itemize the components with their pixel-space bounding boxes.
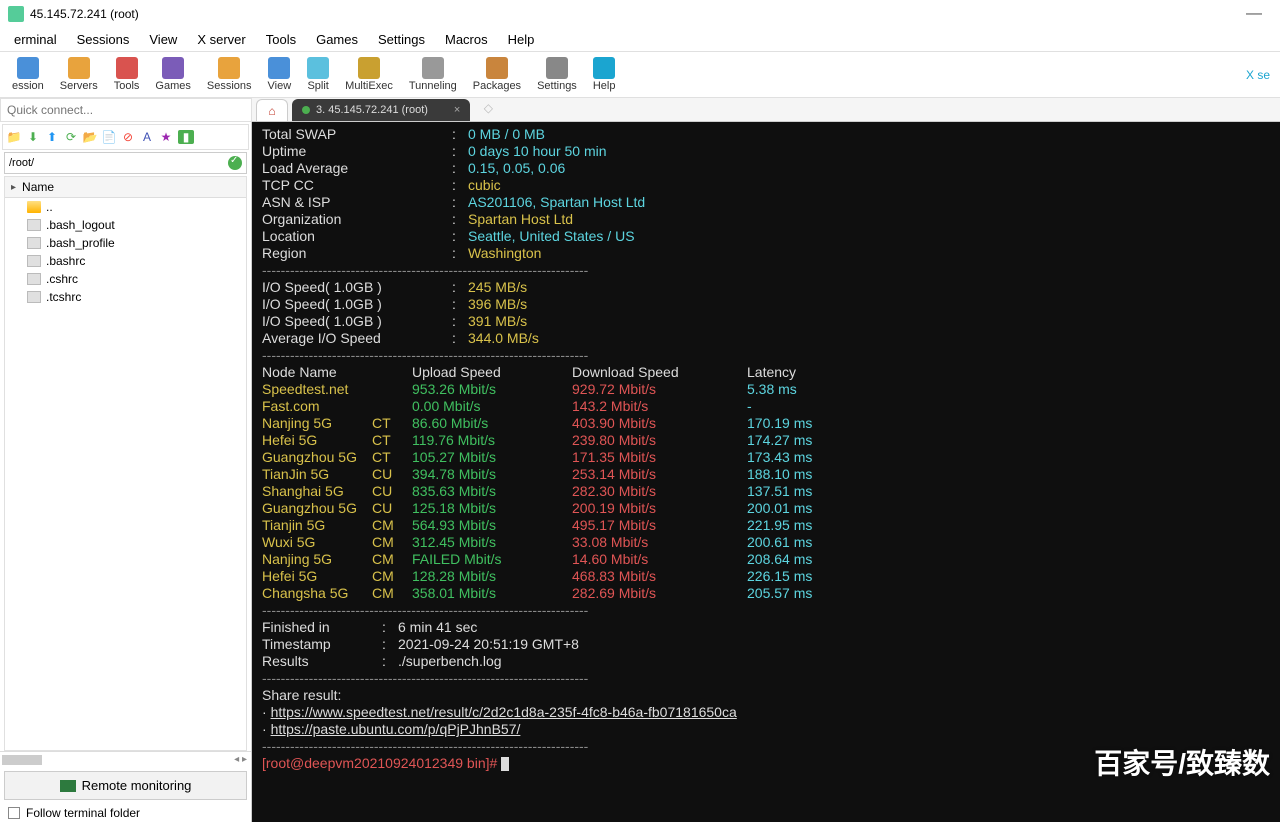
upload-icon[interactable]: ⬆	[45, 130, 59, 144]
servers-icon	[68, 57, 90, 79]
terminal[interactable]: Total SWAP: 0 MB / 0 MBUptime: 0 days 10…	[252, 122, 1280, 822]
menubar: erminalSessionsViewX serverToolsGamesSet…	[0, 28, 1280, 52]
tool-packages[interactable]: Packages	[465, 57, 529, 92]
file-row[interactable]: .bash_logout	[5, 216, 246, 234]
sftp-toolbar: 📁 ⬇ ⬆ ⟳ 📂 📄 ⊘ A ★ ▮	[2, 124, 249, 150]
menu-tools[interactable]: Tools	[256, 30, 306, 49]
menu-view[interactable]: View	[139, 30, 187, 49]
file-row[interactable]: ..	[5, 198, 246, 216]
file-list: Name ...bash_logout.bash_profile.bashrc.…	[4, 176, 247, 751]
tool-help[interactable]: Help	[585, 57, 624, 92]
folder-up-icon	[27, 201, 41, 213]
device-icon[interactable]: ▮	[178, 130, 194, 144]
tool-tunneling[interactable]: Tunneling	[401, 57, 465, 92]
tool-multiexec[interactable]: MultiExec	[337, 57, 401, 92]
tool-settings[interactable]: Settings	[529, 57, 585, 92]
bookmark-icon[interactable]: ★	[159, 130, 173, 144]
multiexec-icon	[358, 57, 380, 79]
quick-connect-input[interactable]	[0, 98, 252, 122]
split-icon	[307, 57, 329, 79]
tool-view[interactable]: View	[260, 57, 300, 92]
sessions-icon	[218, 57, 240, 79]
tool-tools[interactable]: Tools	[106, 57, 148, 92]
ession-icon	[17, 57, 39, 79]
newfile-icon[interactable]: 📄	[102, 130, 116, 144]
tools-icon	[116, 57, 138, 79]
menu-x server[interactable]: X server	[187, 30, 255, 49]
file-row[interactable]: .tcshrc	[5, 288, 246, 306]
refresh-icon[interactable]: ⟳	[64, 130, 78, 144]
tab-bar: ⌂ 3. 45.145.72.241 (root) × ◇	[252, 98, 1280, 122]
status-dot-icon	[302, 106, 310, 114]
delete-icon[interactable]: ⊘	[121, 130, 135, 144]
remote-monitoring-button[interactable]: Remote monitoring	[4, 771, 247, 800]
tool-ession[interactable]: ession	[4, 57, 52, 92]
menu-games[interactable]: Games	[306, 30, 368, 49]
column-header-name[interactable]: Name	[5, 177, 246, 198]
tab-label: 3. 45.145.72.241 (root)	[316, 104, 428, 116]
file-icon	[27, 273, 41, 285]
follow-terminal-checkbox[interactable]: Follow terminal folder	[8, 806, 243, 820]
file-icon	[27, 291, 41, 303]
file-row[interactable]: .bash_profile	[5, 234, 246, 252]
tool-games[interactable]: Games	[147, 57, 198, 92]
path-text: /root/	[9, 157, 34, 169]
close-tab-icon[interactable]: ×	[454, 104, 460, 116]
h-scrollbar[interactable]: ◂ ▸	[0, 751, 251, 767]
menu-erminal[interactable]: erminal	[4, 30, 67, 49]
font-icon[interactable]: A	[140, 130, 154, 144]
home-tab[interactable]: ⌂	[256, 99, 288, 121]
remote-monitoring-label: Remote monitoring	[82, 778, 192, 793]
session-tab[interactable]: 3. 45.145.72.241 (root) ×	[292, 99, 470, 121]
menu-settings[interactable]: Settings	[368, 30, 435, 49]
follow-label: Follow terminal folder	[26, 806, 140, 820]
tunneling-icon	[422, 57, 444, 79]
new-tab-button[interactable]: ◇	[476, 101, 500, 121]
games-icon	[162, 57, 184, 79]
minimize-button[interactable]: —	[1236, 5, 1272, 23]
window-titlebar: 45.145.72.241 (root) —	[0, 0, 1280, 28]
help-icon	[593, 57, 615, 79]
monitor-icon	[60, 780, 76, 792]
file-row[interactable]: .bashrc	[5, 252, 246, 270]
tool-servers[interactable]: Servers	[52, 57, 106, 92]
watermark: 百家号/致臻数	[1094, 742, 1270, 782]
menu-help[interactable]: Help	[498, 30, 545, 49]
settings-icon	[546, 57, 568, 79]
xserver-label: X se	[1246, 68, 1276, 82]
download-icon[interactable]: ⬇	[26, 130, 40, 144]
path-input[interactable]: /root/	[4, 152, 247, 174]
window-title: 45.145.72.241 (root)	[30, 7, 139, 21]
menu-sessions[interactable]: Sessions	[67, 30, 140, 49]
view-icon	[268, 57, 290, 79]
checkbox-icon	[8, 807, 20, 819]
folder-icon[interactable]: 📁	[7, 130, 21, 144]
file-icon	[27, 237, 41, 249]
path-ok-icon	[228, 156, 242, 170]
toolbar: essionServersToolsGamesSessionsViewSplit…	[0, 52, 1280, 98]
app-icon	[8, 6, 24, 22]
newfolder-icon[interactable]: 📂	[83, 130, 97, 144]
menu-macros[interactable]: Macros	[435, 30, 498, 49]
tool-sessions[interactable]: Sessions	[199, 57, 260, 92]
tool-split[interactable]: Split	[299, 57, 337, 92]
file-row[interactable]: .cshrc	[5, 270, 246, 288]
file-icon	[27, 255, 41, 267]
packages-icon	[486, 57, 508, 79]
file-icon	[27, 219, 41, 231]
sftp-sidebar: 📁 ⬇ ⬆ ⟳ 📂 📄 ⊘ A ★ ▮ /root/ Name ...bash_…	[0, 122, 252, 822]
